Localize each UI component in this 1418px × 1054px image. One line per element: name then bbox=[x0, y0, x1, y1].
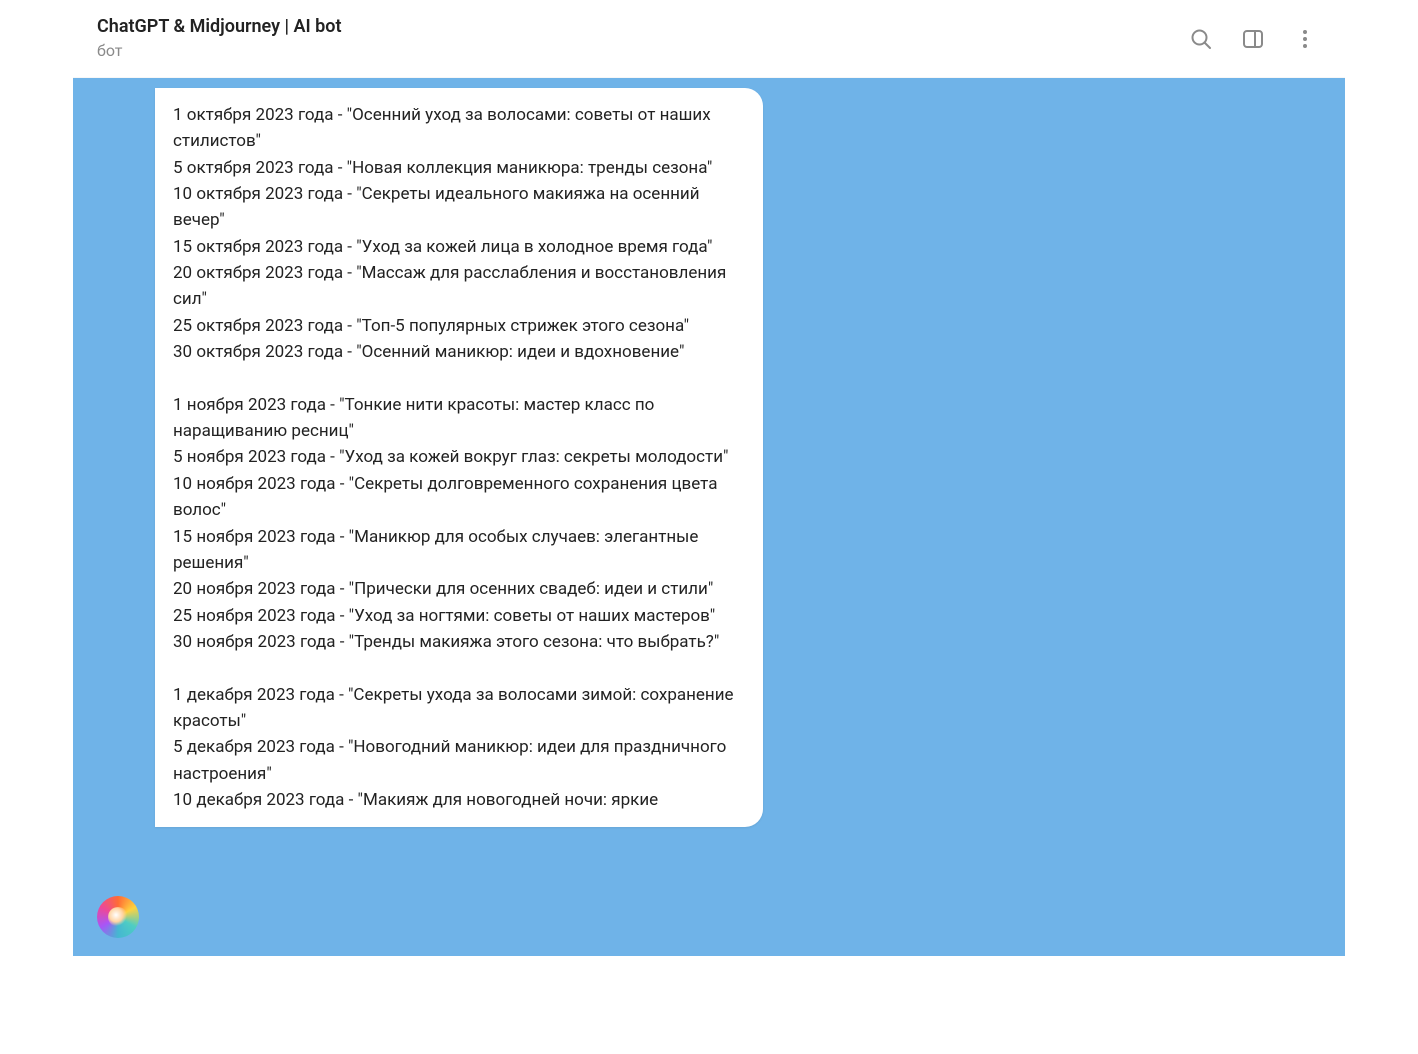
bot-avatar[interactable] bbox=[97, 896, 139, 938]
sidebar-toggle-icon[interactable] bbox=[1241, 27, 1265, 51]
more-menu-icon[interactable] bbox=[1293, 27, 1317, 51]
chat-area[interactable]: 1 октября 2023 года - "Осенний уход за в… bbox=[73, 78, 1345, 956]
search-icon[interactable] bbox=[1189, 27, 1213, 51]
chat-subtitle: бот bbox=[97, 41, 342, 62]
message-text: 1 октября 2023 года - "Осенний уход за в… bbox=[173, 102, 745, 813]
chat-header-info[interactable]: ChatGPT & Midjourney | AI bot бот bbox=[97, 15, 342, 61]
chat-header: ChatGPT & Midjourney | AI bot бот bbox=[73, 0, 1345, 78]
header-actions bbox=[1189, 27, 1325, 51]
chat-title: ChatGPT & Midjourney | AI bot bbox=[97, 15, 342, 38]
message-bubble: 1 октября 2023 года - "Осенний уход за в… bbox=[155, 88, 763, 827]
app-window: ChatGPT & Midjourney | AI bot бот bbox=[73, 0, 1345, 956]
